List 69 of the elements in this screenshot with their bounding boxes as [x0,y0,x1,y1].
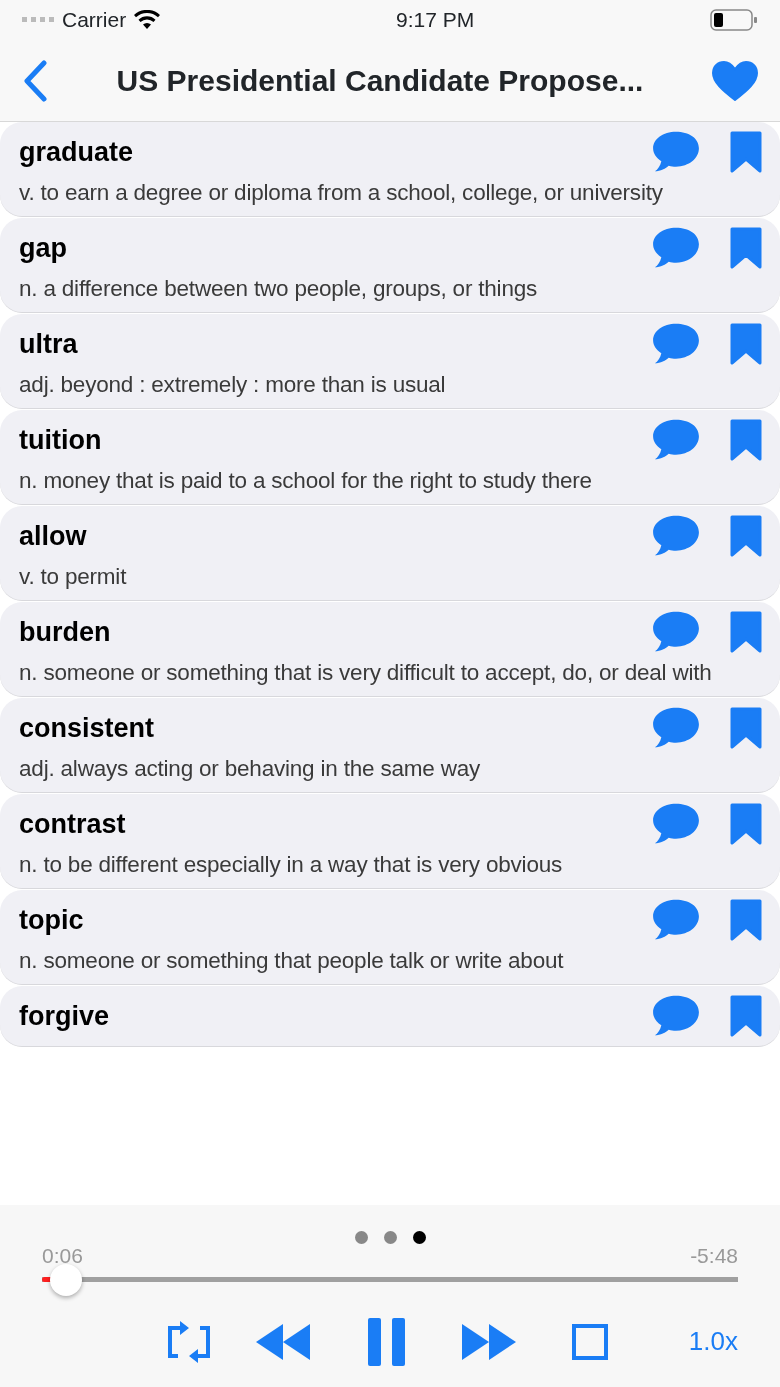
word-title: graduate [19,136,135,169]
bookmark-button[interactable] [730,226,762,270]
word-row[interactable]: forgive [0,986,780,1047]
page-dot[interactable] [354,1231,368,1244]
page-dot[interactable] [412,1231,426,1244]
word-definition: n. to be different especially in a way that is very obvious [19,851,564,879]
bookmark-button[interactable] [730,994,762,1038]
bookmark-button[interactable] [730,322,762,366]
comment-button[interactable] [650,322,702,366]
comment-button[interactable] [650,418,702,462]
bookmark-button[interactable] [730,130,762,174]
comment-button[interactable] [650,610,702,654]
speed-button[interactable]: 1.0x [688,1322,738,1361]
clock-time: 9:17 PM [396,7,475,34]
word-definition: n. money that is paid to a school for the right to study there [19,467,593,495]
comment-button[interactable] [650,226,702,270]
page-dot[interactable] [383,1231,397,1244]
word-definition: v. to permit [19,563,128,591]
word-row[interactable]: tuition n. money that is paid to a school for the right to study there [0,410,780,505]
stop-button[interactable] [572,1323,608,1360]
carrier-name: Carrier [62,7,127,34]
word-row[interactable]: ultra adj. beyond : extremely : more than is usual [0,314,780,409]
word-definition: n. someone or something that is very difficult to accept, do, or deal with [19,659,713,687]
fast-forward-button[interactable] [462,1323,516,1360]
word-row[interactable]: graduate v. to earn a degree or diploma from a school, college, or university [0,122,780,217]
word-row[interactable]: consistent adj. always acting or behaving in the same way [0,698,780,793]
signal-icon [22,17,54,23]
word-definition: n. someone or something that people talk or write about [19,947,565,975]
word-definition: n. a difference between two people, groups, or things [19,275,539,303]
remaining-time: -5:48 [690,1243,738,1269]
comment-button[interactable] [650,994,702,1038]
word-title: forgive [19,1000,111,1033]
elapsed-time: 0:06 [42,1243,83,1269]
comment-button[interactable] [650,514,702,558]
word-definition: adj. beyond : extremely : more than is usual [19,371,447,399]
comment-button[interactable] [650,706,702,750]
word-row[interactable]: allow v. to permit [0,506,780,601]
wifi-icon [134,10,161,30]
rewind-button[interactable] [256,1323,310,1360]
pause-button[interactable] [368,1317,406,1366]
bookmark-button[interactable] [730,898,762,942]
word-definition: v. to earn a degree or diploma from a school, college, or university [19,179,664,207]
word-title: topic [19,904,85,937]
bookmark-button[interactable] [730,610,762,654]
bookmark-button[interactable] [730,706,762,750]
comment-button[interactable] [650,130,702,174]
word-title: gap [19,232,68,265]
word-row[interactable]: contrast n. to be different especially in a way that is very obvious [0,794,780,889]
repeat-button[interactable] [166,1319,212,1364]
word-definition: adj. always acting or behaving in the same way [19,755,482,783]
comment-button[interactable] [650,802,702,846]
slider-thumb[interactable] [50,1263,83,1296]
word-title: burden [19,616,112,649]
battery-icon [710,9,758,31]
bookmark-button[interactable] [730,802,762,846]
word-row[interactable]: gap n. a difference between two people, groups, or things [0,218,780,313]
word-title: ultra [19,328,79,361]
word-row[interactable]: burden n. someone or something that is very difficult to accept, do, or deal with [0,602,780,697]
bookmark-button[interactable] [730,418,762,462]
bookmark-button[interactable] [730,514,762,558]
word-title: allow [19,520,88,553]
screen-title: US Presidential Candidate Propose... [115,63,645,99]
heart-button[interactable] [712,60,758,101]
word-row[interactable]: topic n. someone or something that people talk or write about [0,890,780,985]
back-button[interactable] [22,59,48,102]
word-title: tuition [19,424,103,457]
comment-button[interactable] [650,898,702,942]
word-title: consistent [19,712,156,745]
word-title: contrast [19,808,127,841]
